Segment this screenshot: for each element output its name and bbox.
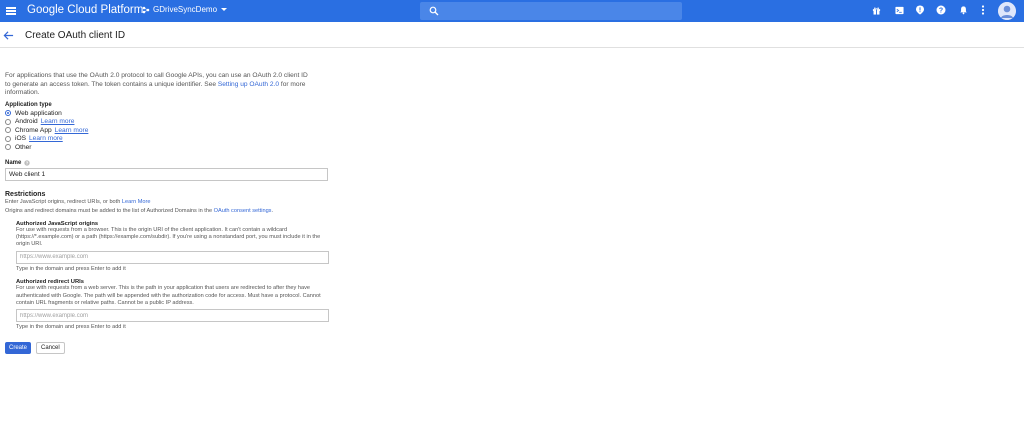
- svg-text:?: ?: [26, 160, 29, 165]
- setting-up-oauth-link[interactable]: Setting up OAuth 2.0: [218, 81, 279, 88]
- intro-text: For applications that use the OAuth 2.0 …: [5, 72, 315, 98]
- restrictions-title: Restrictions: [5, 190, 46, 198]
- radio-other[interactable]: Other: [5, 143, 335, 152]
- radio-button[interactable]: [5, 110, 11, 117]
- brand-title[interactable]: Google Cloud Platform: [27, 4, 143, 16]
- radio-label: Chrome App: [15, 126, 52, 134]
- top-app-bar: Google Cloud Platform GDriveSyncDemo ?: [0, 0, 1024, 22]
- more-vert-icon[interactable]: [977, 4, 989, 16]
- chrome-app-learn-more-link[interactable]: Learn more: [55, 127, 89, 134]
- terminal-icon[interactable]: [893, 4, 905, 16]
- radio-button[interactable]: [5, 135, 11, 142]
- oauth-form: For applications that use the OAuth 2.0 …: [5, 72, 335, 354]
- domains-note-text: Origins and redirect domains must be add…: [5, 208, 214, 215]
- radio-label: Web application: [15, 109, 62, 117]
- radio-button[interactable]: [5, 144, 11, 151]
- radio-button[interactable]: [5, 127, 11, 134]
- search-input[interactable]: [444, 4, 674, 18]
- radio-label: iOS: [15, 135, 26, 143]
- form-actions: Create Cancel: [5, 341, 335, 354]
- js-origins-hint: Type in the domain and press Enter to ad…: [16, 265, 126, 272]
- notifications-icon[interactable]: [957, 4, 969, 16]
- avatar[interactable]: [998, 2, 1016, 20]
- name-label: Name: [5, 159, 22, 166]
- svg-text:?: ?: [939, 7, 943, 14]
- js-origins-block: Authorized JavaScript origins For use wi…: [16, 221, 335, 274]
- project-name: GDriveSyncDemo: [153, 5, 218, 14]
- radio-web-application[interactable]: Web application: [5, 109, 335, 118]
- search-box[interactable]: [420, 2, 682, 20]
- cancel-button[interactable]: Cancel: [36, 341, 65, 354]
- redirect-uris-block: Authorized redirect URIs For use with re…: [16, 279, 335, 332]
- gift-icon[interactable]: [870, 4, 882, 16]
- search-icon: [429, 6, 439, 16]
- restrictions-learn-more-link[interactable]: Learn More: [122, 199, 151, 205]
- alert-icon[interactable]: [914, 4, 926, 16]
- android-learn-more-link[interactable]: Learn more: [41, 118, 75, 125]
- application-type-label: Application type: [5, 101, 52, 108]
- radio-label: Other: [15, 143, 32, 151]
- help-circle-icon[interactable]: ?: [24, 160, 31, 166]
- chevron-down-icon: [221, 8, 228, 11]
- create-button[interactable]: Create: [5, 341, 32, 354]
- restrictions-desc: Enter JavaScript origins, redirect URIs,…: [5, 199, 335, 206]
- js-origins-input[interactable]: [16, 250, 329, 264]
- radio-ios[interactable]: iOS Learn more: [5, 135, 335, 144]
- project-icon: [142, 6, 150, 13]
- radio-label: Android: [15, 118, 38, 126]
- name-input[interactable]: [5, 167, 328, 181]
- name-group: Name ?: [5, 159, 335, 181]
- radio-android[interactable]: Android Learn more: [5, 117, 335, 126]
- redirect-uris-desc: For use with requests from a web server.…: [16, 285, 321, 306]
- back-arrow-icon[interactable]: [3, 30, 14, 41]
- domains-note-suffix: .: [271, 208, 274, 215]
- redirect-uris-input[interactable]: [16, 309, 329, 323]
- page-header: Create OAuth client ID: [0, 22, 1024, 48]
- oauth-consent-settings-link[interactable]: OAuth consent settings: [214, 208, 272, 214]
- help-icon[interactable]: ?: [935, 4, 947, 16]
- restrictions-desc-text: Enter JavaScript origins, redirect URIs,…: [5, 198, 122, 205]
- radio-chrome-app[interactable]: Chrome App Learn more: [5, 126, 335, 135]
- js-origins-desc: For use with requests from a browser. Th…: [16, 226, 321, 248]
- radio-button[interactable]: [5, 118, 11, 125]
- ios-learn-more-link[interactable]: Learn more: [29, 135, 63, 142]
- authorized-domains-note: Origins and redirect domains must be add…: [5, 208, 335, 215]
- restrictions-section: Restrictions Enter JavaScript origins, r…: [5, 191, 335, 332]
- hamburger-menu-icon[interactable]: [5, 5, 17, 17]
- redirect-uris-hint: Type in the domain and press Enter to ad…: [16, 324, 126, 331]
- project-picker[interactable]: GDriveSyncDemo: [142, 5, 228, 14]
- page-title: Create OAuth client ID: [25, 30, 126, 41]
- application-type-group: Application type Web application Android…: [5, 102, 335, 152]
